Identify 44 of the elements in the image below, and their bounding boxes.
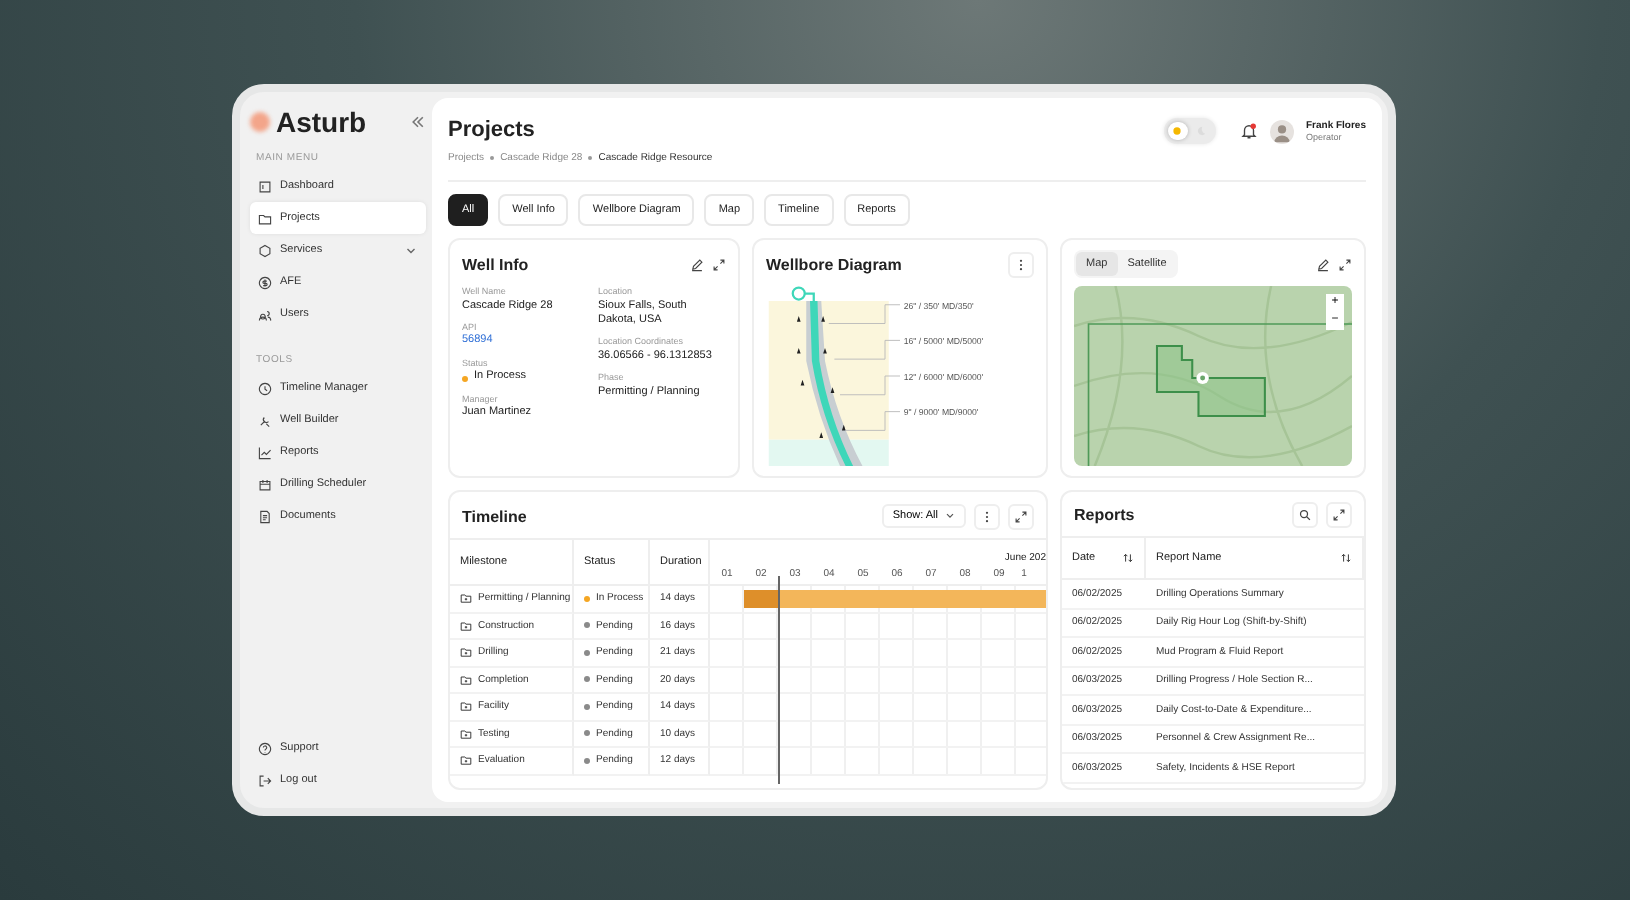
chevron-icon (944, 510, 956, 522)
page-title: Projects (448, 118, 537, 142)
nav-icon (258, 275, 272, 289)
card-title: Timeline (462, 507, 527, 525)
nav-icon (258, 509, 272, 523)
edit-icon[interactable] (1316, 257, 1330, 271)
expand-icon[interactable] (712, 257, 726, 271)
folder-icon (460, 646, 472, 659)
folder-icon (460, 619, 472, 632)
card-title: Well Info (462, 255, 529, 273)
leader-line (839, 375, 901, 396)
bell-icon[interactable] (1239, 122, 1258, 140)
nav-icon (258, 741, 272, 755)
logo-icon (250, 112, 270, 132)
card-title: Reports (1074, 506, 1135, 524)
nav-icon (258, 307, 272, 321)
sort-icon[interactable] (1122, 552, 1134, 564)
leader-line (833, 339, 901, 360)
folder-icon (460, 754, 472, 767)
leader-line (845, 411, 901, 431)
separator-dot-icon (490, 156, 495, 160)
folder-icon (460, 700, 472, 713)
nav-icon (258, 381, 272, 395)
avatar-icon[interactable] (1269, 119, 1294, 143)
search-icon[interactable] (1292, 502, 1318, 528)
nav-icon (258, 211, 272, 225)
nav-icon (258, 243, 272, 257)
nav-icon (258, 445, 272, 459)
chevron-icon[interactable] (404, 243, 418, 257)
card-title: Wellbore Diagram (766, 255, 902, 273)
separator-dot-icon (588, 156, 593, 160)
folder-icon (460, 592, 472, 605)
sort-icon[interactable] (1340, 552, 1352, 564)
brand-name: Asturb (276, 106, 369, 138)
nav-icon (258, 773, 272, 787)
leader-line (828, 304, 901, 324)
folder-icon (460, 673, 472, 686)
nav-icon (258, 179, 272, 193)
nav-icon (258, 413, 272, 427)
folder-icon (460, 727, 472, 740)
nav-icon (258, 477, 272, 491)
expand-icon[interactable] (1338, 257, 1352, 271)
edit-icon[interactable] (690, 257, 704, 271)
collapse-icon[interactable] (410, 114, 426, 130)
